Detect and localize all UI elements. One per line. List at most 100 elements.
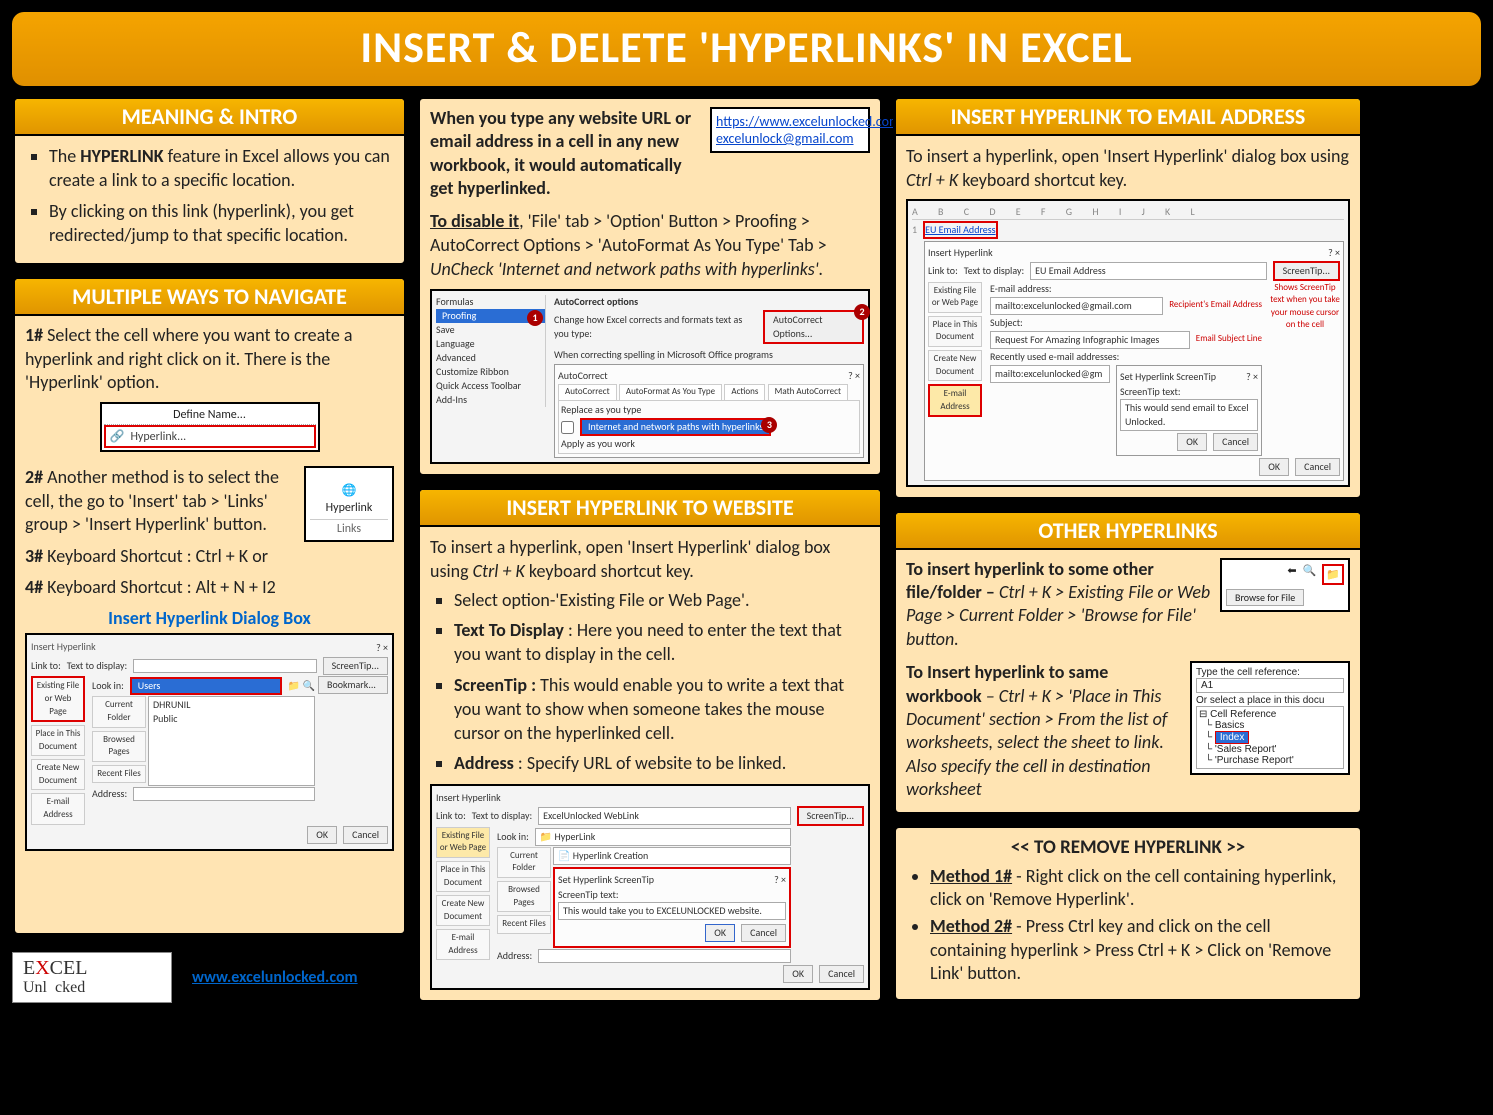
tab-actions[interactable]: Actions <box>724 384 765 400</box>
tab-autoformat[interactable]: AutoFormat As You Type <box>619 384 722 400</box>
remove-hyperlink-panel: << TO REMOVE HYPERLINK >> Method 1# - Ri… <box>893 825 1363 1003</box>
meaning-intro-panel: MEANING & INTRO The HYPERLINK feature in… <box>12 96 407 266</box>
tip-cancel-button[interactable]: Cancel <box>741 924 786 942</box>
type-cell-label: Type the cell reference: <box>1196 667 1344 678</box>
web-dialog-title: Insert Hyperlink <box>436 791 501 805</box>
tab-math[interactable]: Math AutoCorrect <box>768 384 848 400</box>
email-dialog-title: Insert Hyperlink <box>928 246 993 260</box>
ac-change-label: Change how Excel corrects and formats te… <box>554 313 757 341</box>
side-create-new[interactable]: Create New Document <box>31 759 85 790</box>
web-ok-button[interactable]: OK <box>783 965 813 983</box>
side-place-in-doc[interactable]: Place in This Document <box>31 725 85 756</box>
insert-hyperlink-dialog-screenshot: Insert Hyperlink? × Link to: Text to dis… <box>25 633 394 850</box>
recent-files-tab[interactable]: Recent Files <box>92 765 146 784</box>
internet-paths-checkbox[interactable] <box>561 421 574 434</box>
tip-ok-button[interactable]: OK <box>705 924 735 942</box>
internet-paths-option[interactable]: Internet and network paths with hyperlin… <box>580 418 771 436</box>
browsed-pages-tab[interactable]: Browsed Pages <box>92 731 146 762</box>
web-screentip-button[interactable]: ScreenTip... <box>797 806 864 826</box>
email-tip-ok[interactable]: OK <box>1177 433 1207 451</box>
website-bullet-2: Text To Display : Here you need to enter… <box>454 618 870 667</box>
menu-item-define-name[interactable]: Define Name... <box>104 406 316 425</box>
tree-root[interactable]: Cell Reference <box>1210 709 1276 720</box>
side-existing-file[interactable]: Existing File or Web Page <box>31 676 85 722</box>
sample-url[interactable]: https://www.excelunlocked.com/ <box>716 113 864 130</box>
email-ok-button[interactable]: OK <box>1259 458 1289 476</box>
folder-public[interactable]: Public <box>153 712 310 726</box>
ribbon-hyperlink-button[interactable]: Hyperlink Links <box>304 466 394 542</box>
nav-back-icon[interactable]: ⬅ <box>1287 564 1296 585</box>
email-side-email[interactable]: E-mail Address <box>928 384 982 417</box>
web-file-item[interactable]: 📄 Hyperlink Creation <box>553 847 791 865</box>
current-folder-tab[interactable]: Current Folder <box>92 696 146 727</box>
email-side-create[interactable]: Create New Document <box>928 350 982 381</box>
email-cancel-button[interactable]: Cancel <box>1295 458 1340 476</box>
linkto-label: Link to: <box>31 659 61 673</box>
email-side-existing[interactable]: Existing File or Web Page <box>928 282 982 313</box>
web-ttd-input[interactable]: ExcelUnlocked WebLink <box>538 807 790 825</box>
web-address-input[interactable] <box>538 949 791 963</box>
subject-input[interactable]: Request For Amazing Infographic Images <box>990 331 1190 349</box>
tree-purchase[interactable]: 'Purchase Report' <box>1215 755 1294 766</box>
tab-autocorrect[interactable]: AutoCorrect <box>558 384 617 400</box>
web-side-existing[interactable]: Existing File or Web Page <box>436 827 490 858</box>
email-settip-title: Set Hyperlink ScreenTip <box>1120 370 1216 384</box>
opt-language[interactable]: Language <box>436 337 545 351</box>
opt-proofing[interactable]: Proofing 1 <box>436 309 545 323</box>
email-tiptext-input[interactable]: This would send email to Excel Unlocked. <box>1120 399 1258 431</box>
cell-a1[interactable]: EU Email Address <box>923 221 998 239</box>
spell-label: When correcting spelling in Microsoft Of… <box>554 348 864 362</box>
web-ttd-label: Text to display: <box>472 809 532 823</box>
sample-email[interactable]: excelunlock@gmail.com <box>716 130 864 147</box>
cell-ref-input[interactable]: A1 <box>1196 678 1344 693</box>
email-address-input[interactable]: mailto:excelunlocked@gmail.com <box>990 297 1163 315</box>
email-address-label: E-mail address: <box>990 282 1262 296</box>
email-tip-cancel[interactable]: Cancel <box>1213 433 1258 451</box>
text-to-display-input[interactable] <box>133 659 316 673</box>
screentip-text-input[interactable]: This would take you to EXCELUNLOCKED web… <box>558 902 786 920</box>
email-ttd-input[interactable]: EU Email Address <box>1030 262 1266 280</box>
menu-item-hyperlink[interactable]: Hyperlink... <box>104 425 316 448</box>
web-current-folder[interactable]: Current Folder <box>497 847 551 878</box>
tree-index[interactable]: Index <box>1215 731 1249 744</box>
address-input[interactable] <box>133 787 315 801</box>
web-side-email[interactable]: E-mail Address <box>436 929 490 960</box>
web-browsed-pages[interactable]: Browsed Pages <box>497 881 551 912</box>
meaning-bullet-1: The HYPERLINK feature in Excel allows yo… <box>49 144 394 193</box>
lookin-value[interactable]: Users <box>130 677 282 695</box>
web-side-place[interactable]: Place in This Document <box>436 861 490 892</box>
site-link[interactable]: www.excelunlocked.com <box>192 968 358 987</box>
screentip-note: Shows ScreenTip text when you take your … <box>1270 282 1340 332</box>
side-email[interactable]: E-mail Address <box>31 793 85 824</box>
disable-instructions: To disable it, 'File' tab > 'Option' But… <box>430 209 870 282</box>
opt-save[interactable]: Save <box>436 323 545 337</box>
web-cancel-button[interactable]: Cancel <box>819 965 864 983</box>
bookmark-button[interactable]: Bookmark... <box>318 676 388 694</box>
meaning-bullet-2: By clicking on this link (hyperlink), yo… <box>49 199 394 248</box>
context-menu-screenshot: Define Name... Hyperlink... <box>100 402 320 452</box>
opt-advanced[interactable]: Advanced <box>436 351 545 365</box>
recent-list[interactable]: mailto:excelunlocked@gm <box>990 365 1110 383</box>
web-recent-files[interactable]: Recent Files <box>497 915 551 934</box>
email-screentip-button[interactable]: ScreenTip... <box>1273 261 1340 281</box>
search-icon[interactable]: 🔍 <box>1303 564 1317 585</box>
web-lookin-value[interactable]: 📁 HyperLink <box>535 828 791 846</box>
ok-button[interactable]: OK <box>307 826 337 844</box>
address-label: Address: <box>92 787 127 801</box>
email-side-place[interactable]: Place in This Document <box>928 316 982 347</box>
autocorrect-options-button[interactable]: AutoCorrect Options...2 <box>763 310 864 344</box>
opt-formulas[interactable]: Formulas <box>436 295 545 309</box>
ribbon-hyperlink-label: Hyperlink <box>310 501 388 515</box>
tree-basics[interactable]: Basics <box>1215 720 1244 731</box>
email-tiptext-label: ScreenTip text: <box>1120 385 1258 399</box>
browse-file-icon[interactable]: 📁 <box>1322 564 1344 585</box>
folder-dhrunil[interactable]: DHRUNIL <box>153 698 310 712</box>
opt-qat[interactable]: Quick Access Toolbar <box>436 379 545 393</box>
opt-customize-ribbon[interactable]: Customize Ribbon <box>436 365 545 379</box>
screentip-button[interactable]: ScreenTip... <box>323 657 388 675</box>
navigate-header: MULTIPLE WAYS TO NAVIGATE <box>15 279 404 316</box>
cancel-button[interactable]: Cancel <box>343 826 388 844</box>
tree-sales[interactable]: 'Sales Report' <box>1215 744 1277 755</box>
opt-addins[interactable]: Add-Ins <box>436 393 545 407</box>
web-side-create[interactable]: Create New Document <box>436 895 490 926</box>
